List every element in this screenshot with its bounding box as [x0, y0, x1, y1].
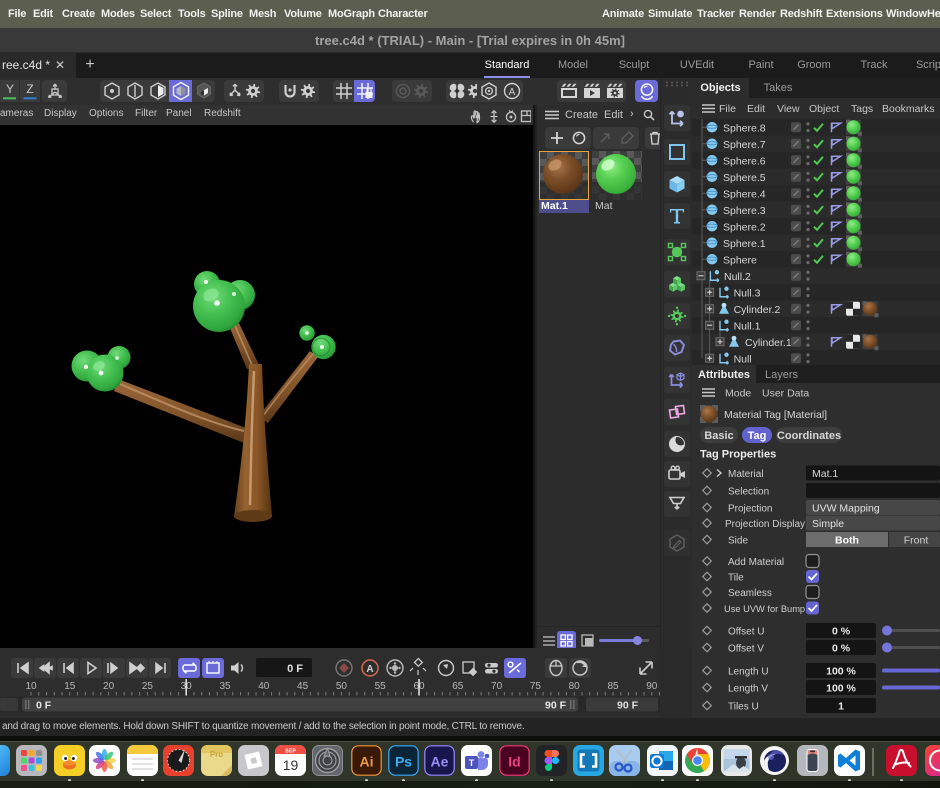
svg-text:Projection Display: Projection Display [725, 519, 805, 530]
svg-text:25: 25 [142, 681, 154, 692]
svg-text:Sphere.4: Sphere.4 [723, 188, 766, 200]
svg-text:Null: Null [734, 353, 752, 365]
svg-text:Sphere.1: Sphere.1 [723, 238, 766, 250]
svg-text:1: 1 [838, 701, 844, 713]
svg-text:Basic: Basic [704, 430, 733, 442]
svg-text:Seamless: Seamless [728, 588, 772, 599]
svg-text:90 F: 90 F [617, 700, 639, 712]
svg-text:Tile: Tile [728, 573, 744, 584]
svg-text:10: 10 [25, 681, 37, 692]
svg-text:Sphere.2: Sphere.2 [723, 221, 766, 233]
svg-text:SEP: SEP [284, 749, 295, 755]
svg-text:Coordinates: Coordinates [777, 430, 841, 442]
svg-text:Mode: Mode [725, 388, 751, 400]
svg-text:User Data: User Data [762, 388, 809, 400]
svg-text:Pro: Pro [209, 750, 222, 759]
svg-text:65: 65 [452, 681, 464, 692]
svg-text:Cylinder.1: Cylinder.1 [745, 337, 792, 349]
svg-text:Sphere.3: Sphere.3 [723, 205, 766, 217]
svg-text:Material: Material [728, 469, 764, 480]
svg-text:0 F: 0 F [287, 663, 303, 675]
svg-text:85: 85 [607, 681, 619, 692]
svg-text:Use UVW for Bump: Use UVW for Bump [724, 604, 805, 614]
svg-text:Y: Y [5, 82, 13, 96]
svg-text:UVW Mapping: UVW Mapping [812, 503, 880, 515]
svg-text:Projection: Projection [728, 504, 772, 515]
svg-text:Ps: Ps [394, 754, 411, 770]
svg-text:T: T [469, 758, 475, 768]
svg-text:A: A [366, 664, 373, 675]
svg-text:90 F: 90 F [545, 700, 567, 712]
svg-text:Front: Front [904, 535, 929, 547]
svg-text:Cylinder.2: Cylinder.2 [734, 304, 781, 316]
svg-text:0 %: 0 % [832, 643, 851, 655]
svg-text:35: 35 [219, 681, 231, 692]
svg-text:55: 55 [375, 681, 387, 692]
svg-text:Side: Side [728, 536, 748, 547]
svg-text:50: 50 [336, 681, 348, 692]
svg-text:Simple: Simple [812, 518, 844, 530]
svg-text:19: 19 [282, 757, 298, 773]
svg-text:Null.3: Null.3 [734, 287, 761, 299]
svg-text:15: 15 [64, 681, 76, 692]
svg-text:Ai: Ai [360, 754, 374, 770]
svg-text:Selection: Selection [728, 487, 769, 498]
svg-text:Length U: Length U [728, 667, 769, 678]
svg-text:0 %: 0 % [832, 626, 851, 638]
svg-text:Sphere.5: Sphere.5 [723, 172, 766, 184]
svg-text:Offset U: Offset U [728, 627, 765, 638]
svg-text:20: 20 [103, 681, 115, 692]
svg-text:Add Material: Add Material [728, 557, 784, 568]
svg-text:100 %: 100 % [826, 666, 856, 678]
svg-text:Material Tag [Material]: Material Tag [Material] [724, 409, 827, 421]
svg-text:40: 40 [258, 681, 270, 692]
svg-text:45: 45 [297, 681, 309, 692]
svg-text:100 %: 100 % [826, 683, 856, 695]
svg-text:Tag Properties: Tag Properties [700, 449, 776, 461]
svg-text:Sphere.6: Sphere.6 [723, 155, 766, 167]
svg-text:Sphere: Sphere [723, 254, 757, 266]
svg-text:75: 75 [530, 681, 542, 692]
svg-text:Layers: Layers [765, 369, 799, 381]
svg-text:Id: Id [508, 754, 520, 770]
svg-text:Null.1: Null.1 [734, 320, 761, 332]
svg-text:0 F: 0 F [36, 700, 52, 712]
svg-text:Tag: Tag [748, 430, 767, 442]
svg-text:90: 90 [646, 681, 658, 692]
svg-text:Sphere.7: Sphere.7 [723, 139, 766, 151]
svg-text:Z: Z [26, 82, 33, 96]
svg-text:Length V: Length V [728, 684, 768, 695]
svg-text:Ae: Ae [430, 754, 448, 770]
svg-text:Mat.1: Mat.1 [812, 468, 838, 480]
svg-text:Attributes: Attributes [698, 369, 750, 381]
svg-text:70: 70 [491, 681, 503, 692]
svg-text:Sphere.8: Sphere.8 [723, 122, 766, 134]
svg-text:Both: Both [835, 535, 859, 547]
svg-text:Offset V: Offset V [728, 644, 764, 655]
svg-text:80: 80 [569, 681, 581, 692]
svg-text:Tiles U: Tiles U [728, 702, 759, 713]
svg-text:A: A [508, 87, 515, 98]
svg-text:Null.2: Null.2 [724, 271, 751, 283]
